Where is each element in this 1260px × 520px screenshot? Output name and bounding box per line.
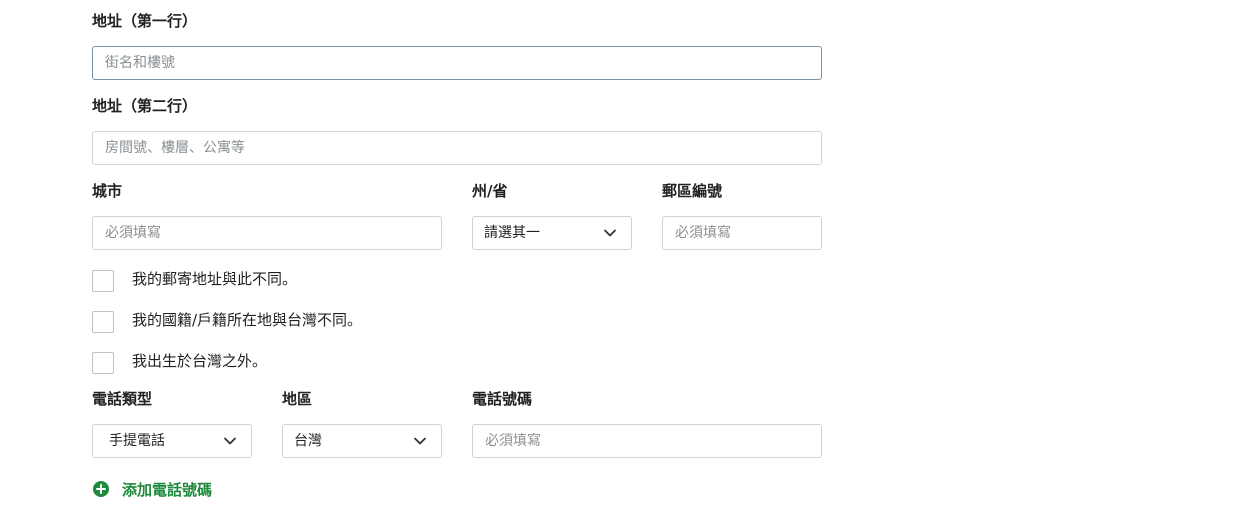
state-select[interactable]: 請選其一 [472,216,632,250]
phone-type-label: 電話類型 [92,390,153,408]
city-input[interactable] [92,216,442,250]
postal-code-input[interactable] [662,216,822,250]
address-line2-input[interactable] [92,131,822,165]
chevron-down-icon [414,437,426,445]
postal-code-label: 郵區編號 [662,182,723,200]
region-label: 地區 [282,390,313,408]
address-form: 地址（第一行） 地址（第二行） 城市 州/省 請選其一 郵區編號 我的郵寄地址與… [0,0,1260,520]
plus-circle-icon [93,481,109,497]
birthplace-checkbox[interactable] [92,352,114,374]
chevron-down-icon [224,437,236,445]
add-phone-number-button[interactable]: 添加電話號碼 [92,478,212,500]
address-line1-input[interactable] [92,46,822,80]
nationality-checkbox[interactable] [92,311,114,333]
mailing-address-checkbox-label: 我的郵寄地址與此不同。 [132,270,298,288]
phone-number-input[interactable] [472,424,822,458]
mailing-address-checkbox[interactable] [92,270,114,292]
phone-type-select[interactable]: 手提電話 [92,424,252,458]
state-label: 州/省 [472,182,508,200]
region-select-value: 台灣 [294,433,322,449]
city-label: 城市 [92,182,123,200]
state-select-value: 請選其一 [484,225,540,241]
add-phone-number-label: 添加電話號碼 [122,480,213,499]
birthplace-checkbox-label: 我出生於台灣之外。 [132,352,268,370]
phone-number-label: 電話號碼 [472,390,533,408]
address-line2-label: 地址（第二行） [92,97,198,115]
address-line1-label: 地址（第一行） [92,12,198,30]
region-select[interactable]: 台灣 [282,424,442,458]
phone-type-select-value: 手提電話 [109,433,165,449]
nationality-checkbox-label: 我的國籍/戶籍所在地與台灣不同。 [132,311,363,329]
chevron-down-icon [604,229,616,237]
